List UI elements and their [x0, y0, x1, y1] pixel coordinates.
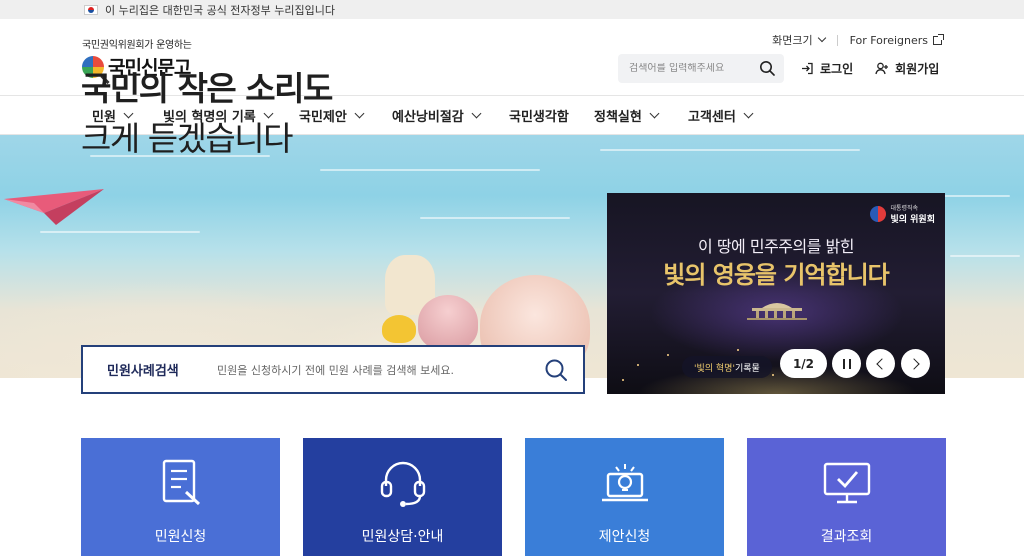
light-dot [772, 374, 774, 376]
login-icon [802, 62, 813, 75]
logo-subtitle: 국민권익위원회가 운영하는 [82, 40, 192, 51]
chevron-left-icon [876, 357, 888, 370]
nav-item-public-opinion[interactable]: 국민생각함 [509, 96, 569, 134]
service-card-consult[interactable]: 민원상담·안내 [303, 438, 502, 556]
chevron-down-icon [471, 108, 482, 118]
divider [836, 34, 838, 46]
banner-org-small: 대통령직속 [890, 205, 919, 212]
case-search-input[interactable]: 민원을 신청하시기 전에 민원 사례를 검색해 보세요. [217, 362, 454, 378]
login-label: 로그인 [820, 62, 854, 76]
signup-button[interactable]: 회원가입 [875, 60, 939, 77]
chevron-down-icon [743, 108, 754, 118]
chevron-right-icon [908, 357, 920, 370]
banner-headline-2: 빛의 영웅을 기억합니다 [663, 261, 890, 289]
for-foreigners-link[interactable]: For Foreigners [849, 33, 944, 47]
lightbulb-laptop-icon [601, 464, 648, 502]
service-card-label: 결과조회 [820, 529, 873, 545]
headset-icon [380, 461, 425, 507]
light-dot [637, 364, 639, 366]
utility-links: 화면크기 For Foreigners [772, 32, 944, 48]
service-card-apply[interactable]: 민원신청 [81, 438, 280, 556]
search-input[interactable] [629, 63, 749, 74]
hero-title-line-2: 크게 듣겠습니다 [81, 119, 294, 158]
banner-caption-quote: '빛의 혁명' [694, 363, 735, 374]
service-card-result[interactable]: 결과조회 [747, 438, 946, 556]
banner-headline-1: 이 땅에 민주주의를 밝힌 [698, 237, 854, 256]
promo-banner-carousel[interactable]: 대통령직속 빛의 위원회 이 땅에 민주주의를 밝힌 빛의 영웅을 기억합니다 … [607, 193, 945, 394]
add-user-icon [875, 62, 889, 75]
service-card-proposal[interactable]: 제안신청 [525, 438, 724, 556]
banner-org-name: 빛의 위원회 [890, 215, 935, 225]
nav-item-label: 정책실현 [594, 109, 642, 125]
service-card-label: 민원상담·안내 [361, 529, 444, 545]
login-button[interactable]: 로그인 [801, 60, 853, 77]
screen-size-label: 화면크기 [772, 34, 813, 47]
search-icon[interactable] [544, 358, 568, 382]
water-ripple [950, 255, 1020, 257]
account-links: 로그인 회원가입 [801, 60, 961, 77]
light-dot [667, 354, 669, 356]
banner-caption: '빛의 혁명' 기록물 [682, 356, 772, 378]
screen-size-button[interactable]: 화면크기 [772, 32, 826, 48]
hero-title: 국민의 작은 소리도 크게 듣겠습니다 [81, 64, 333, 164]
chevron-down-icon [354, 108, 365, 118]
service-card-label: 민원신청 [154, 529, 207, 545]
water-ripple [320, 169, 540, 171]
carousel-page-indicator: 1/2 [780, 349, 827, 378]
chevron-down-icon [817, 33, 826, 43]
carousel-pause-button[interactable] [832, 349, 861, 378]
water-ripple [420, 217, 570, 219]
for-foreigners-label: For Foreigners [849, 33, 928, 47]
carousel-prev-button[interactable] [866, 349, 895, 378]
chevron-down-icon [649, 108, 660, 118]
gov-official-banner: 이 누리집은 대한민국 공식 전자정부 누리집입니다 [0, 0, 1024, 19]
document-pen-icon [162, 459, 200, 506]
paper-plane-icon [4, 189, 104, 225]
water-ripple [40, 231, 200, 233]
carousel-next-button[interactable] [901, 349, 930, 378]
nav-item-budget-waste[interactable]: 예산낭비절감 [392, 96, 482, 134]
light-dot [737, 349, 739, 351]
case-search-bar[interactable]: 민원사례검색 민원을 신청하시기 전에 민원 사례를 검색해 보세요. [81, 345, 585, 394]
nav-item-policy[interactable]: 정책실현 [594, 96, 660, 134]
national-assembly-icon [747, 303, 807, 320]
nav-item-label: 고객센터 [688, 109, 736, 125]
taegeuk-emblem-icon [870, 206, 887, 222]
seashell-decoration [418, 295, 478, 350]
case-search-label: 민원사례검색 [107, 364, 179, 379]
banner-org-badge: 대통령직속 빛의 위원회 [870, 203, 935, 225]
hero-title-line-1: 국민의 작은 소리도 [81, 69, 333, 108]
pause-icon [841, 358, 853, 369]
external-link-icon [933, 33, 944, 45]
light-dot [622, 379, 624, 381]
search-icon[interactable] [759, 60, 775, 76]
service-card-label: 제안신청 [598, 529, 651, 545]
korea-flag-icon [84, 4, 98, 15]
nav-item-label: 국민생각함 [509, 109, 569, 125]
signup-label: 회원가입 [895, 62, 940, 76]
banner-caption-rest: 기록물 [734, 363, 760, 374]
seashell-decoration [382, 315, 416, 343]
nav-item-label: 예산낭비절감 [392, 109, 464, 125]
gov-banner-text: 이 누리집은 대한민국 공식 전자정부 누리집입니다 [105, 3, 336, 17]
monitor-check-icon [823, 462, 870, 504]
water-ripple [600, 149, 860, 151]
site-search [618, 54, 784, 83]
nav-item-customer-center[interactable]: 고객센터 [688, 96, 754, 134]
